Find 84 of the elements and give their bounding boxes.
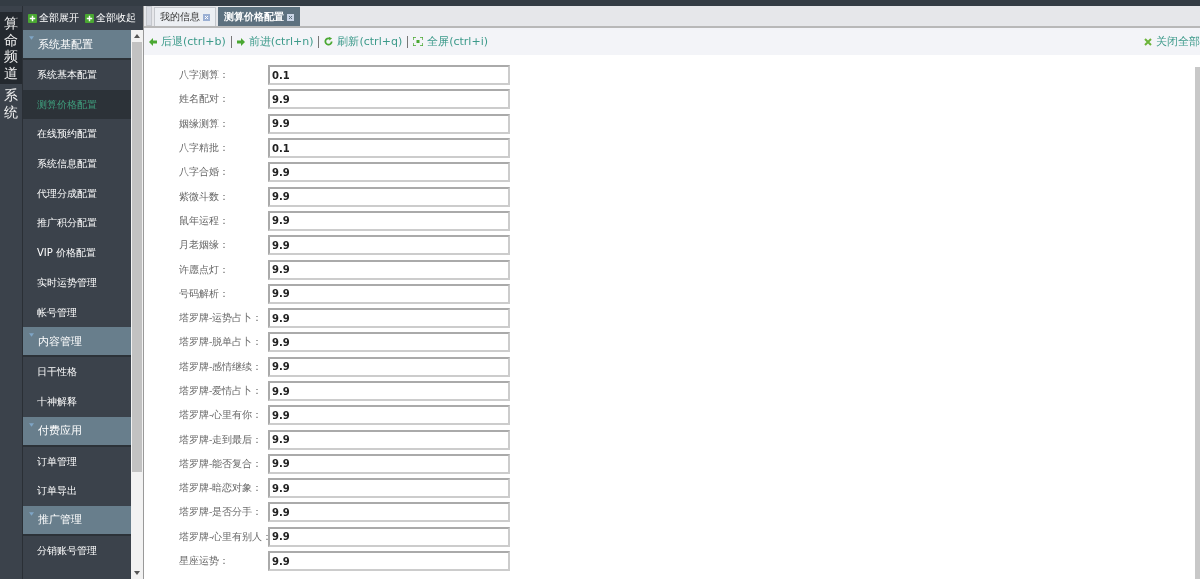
input-field[interactable]: 9.9 (268, 381, 510, 401)
input-field[interactable]: 9.9 (268, 332, 510, 353)
caret-icon (29, 36, 34, 40)
field-label: 塔罗牌-心里有你： (178, 408, 264, 423)
field-label: 号码解析： (178, 286, 230, 301)
menu-item[interactable]: 实时运势管理 (23, 267, 131, 298)
field-label: 塔罗牌-是否分手： (178, 505, 264, 520)
close-icon[interactable] (203, 13, 210, 21)
input-field[interactable]: 9.9 (268, 283, 510, 304)
expand-collapse-link[interactable]: 全部收起 (96, 11, 136, 25)
input-field[interactable]: 9.9 (268, 89, 510, 110)
input-field[interactable]: 9.9 (268, 405, 510, 426)
caret-icon (29, 422, 34, 427)
field-label: 紫微斗数： (178, 189, 230, 204)
input-field[interactable]: 9.9 (268, 356, 510, 377)
menu-item[interactable]: 在线预约配置 (23, 119, 131, 150)
input-field[interactable]: 0.1 (268, 65, 510, 86)
input-field[interactable]: 9.9 (268, 526, 510, 547)
field-label: 星座运势： (178, 554, 230, 569)
close-icon[interactable] (287, 13, 294, 21)
field-label: 塔罗牌-感情继续： (178, 359, 264, 374)
caret-icon (29, 333, 34, 338)
tab[interactable]: 测算价格配置 (218, 7, 300, 26)
fullscreen-icon (413, 37, 424, 46)
menu-item[interactable]: 推广积分配置 (23, 208, 131, 239)
input-field[interactable]: 9.9 (268, 551, 510, 572)
menu-item[interactable]: 十神解释 (23, 386, 131, 417)
menu-item[interactable]: 订单导出 (23, 476, 131, 506)
input-field[interactable]: 9.9 (268, 478, 510, 499)
menu-item[interactable]: 代理分成配置 (23, 178, 131, 209)
refresh-icon (324, 37, 334, 46)
field-label: 姻缘测算： (178, 116, 230, 131)
scroll-down-icon[interactable] (134, 571, 140, 575)
field-label: 姓名配对： (178, 92, 230, 107)
field-label: 八字合婚： (178, 165, 230, 180)
menu-item[interactable]: 帐号管理 (23, 297, 131, 328)
scrollbar[interactable] (131, 30, 143, 579)
input-field[interactable]: 9.9 (268, 113, 510, 134)
field-label: 月老姻缘： (178, 238, 230, 253)
left-arrow-icon (149, 37, 157, 46)
field-label: 塔罗牌-走到最后： (178, 432, 264, 447)
input-field[interactable]: 9.9 (268, 162, 510, 183)
input-field[interactable]: 9.9 (268, 210, 510, 231)
field-label: 塔罗牌-爱情占卜： (178, 384, 264, 398)
input-field[interactable]: 9.9 (268, 259, 510, 280)
input-field[interactable]: 0.1 (268, 138, 510, 159)
field-label: 塔罗牌-运势占卜： (178, 311, 264, 326)
menu-item[interactable]: 测算价格配置 (23, 89, 131, 120)
field-label: 八字精批： (178, 141, 230, 156)
input-field[interactable]: 9.9 (268, 308, 510, 329)
field-label: 塔罗牌-脱单占卜： (178, 335, 264, 350)
caret-icon (29, 511, 34, 516)
right-arrow-icon (236, 37, 245, 46)
plus-icon (28, 13, 37, 23)
field-label: 八字测算： (178, 68, 230, 83)
expand-collapse-link[interactable]: 全部展开 (39, 11, 79, 25)
scrollbar[interactable] (1195, 67, 1200, 579)
channel-tab[interactable]: 系统 (0, 84, 22, 124)
input-field[interactable]: 9.9 (268, 235, 510, 256)
field-label: 鼠年运程： (178, 213, 230, 228)
scroll-up-icon[interactable] (134, 34, 140, 38)
scroll-left-icon[interactable] (146, 6, 152, 26)
field-label: 塔罗牌-暗恋对象： (178, 481, 264, 496)
field-label: 许愿点灯： (178, 262, 230, 277)
input-field[interactable]: 9.9 (268, 453, 510, 474)
menu-group-header[interactable]: 内容管理 (23, 327, 131, 358)
menu-item[interactable]: VIP 价格配置 (23, 238, 131, 268)
plus-icon (85, 13, 94, 23)
close-icon (1144, 37, 1152, 46)
menu-item[interactable]: 系统信息配置 (23, 149, 131, 179)
menu-group-header[interactable]: 推广管理 (23, 505, 131, 536)
menu-item[interactable]: 分销账号管理 (23, 535, 131, 566)
tab[interactable]: 我的信息 (154, 7, 216, 26)
menu-item[interactable]: 系统基本配置 (23, 60, 131, 90)
input-field[interactable]: 9.9 (268, 186, 510, 207)
field-label: 塔罗牌-能否复合： (178, 456, 264, 471)
menu-item[interactable]: 订单管理 (23, 446, 131, 477)
menu-group-header[interactable]: 付费应用 (23, 416, 131, 447)
menu-group-header[interactable]: 系统基配置 (23, 30, 131, 60)
channel-tab[interactable]: 算命频道 (0, 12, 22, 85)
menu-item[interactable]: 日干性格 (23, 357, 131, 387)
input-field[interactable]: 9.9 (268, 502, 510, 523)
input-field[interactable]: 9.9 (268, 429, 510, 450)
field-label: 塔罗牌-心里有别人： (178, 529, 268, 544)
